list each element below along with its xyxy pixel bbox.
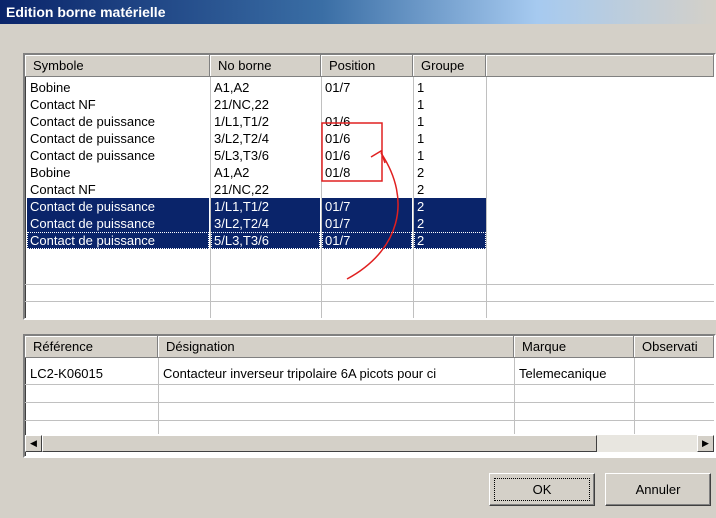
table-cell-symbole[interactable]: Contact de puissance bbox=[27, 198, 209, 215]
marque-cell[interactable]: Telemecanique bbox=[516, 364, 633, 384]
table-cell-symbole[interactable]: Bobine bbox=[27, 79, 209, 96]
table-cell-no-borne[interactable]: 1/L1,T1/2 bbox=[211, 198, 320, 215]
table-cell-groupe[interactable]: 1 bbox=[414, 113, 486, 130]
grid-line bbox=[25, 384, 714, 385]
table-cell-position[interactable] bbox=[322, 181, 412, 198]
designation-cell[interactable]: Contacteur inverseur tripolaire 6A picot… bbox=[160, 364, 513, 384]
table-cell-position[interactable]: 01/8 bbox=[322, 164, 412, 181]
horizontal-scrollbar[interactable]: ◀ ▶ bbox=[25, 435, 714, 452]
table-cell-groupe[interactable]: 1 bbox=[414, 147, 486, 164]
col-header-groupe[interactable]: Groupe bbox=[413, 55, 486, 77]
col-header-designation[interactable]: Désignation bbox=[158, 336, 514, 358]
cancel-button[interactable]: Annuler bbox=[605, 473, 711, 506]
table-cell-groupe[interactable]: 2 bbox=[414, 232, 486, 249]
col-header-observation[interactable]: Observati bbox=[634, 336, 714, 358]
table-cell-position[interactable]: 01/7 bbox=[322, 79, 412, 96]
col-header-position[interactable]: Position bbox=[321, 55, 413, 77]
cancel-label: Annuler bbox=[635, 482, 681, 497]
col-header-symbole[interactable]: Symbole bbox=[25, 55, 210, 77]
table-cell-position[interactable]: 01/7 bbox=[322, 232, 412, 249]
window-title: Edition borne matérielle bbox=[6, 4, 166, 20]
scroll-thumb[interactable] bbox=[42, 435, 597, 452]
table-cell-groupe[interactable]: 1 bbox=[414, 96, 486, 113]
col-header-reference[interactable]: Référence bbox=[25, 336, 158, 358]
table-cell-position[interactable]: 01/6 bbox=[322, 113, 412, 130]
grid-line bbox=[486, 77, 487, 318]
grid-line bbox=[25, 301, 714, 302]
table-cell-symbole[interactable]: Bobine bbox=[27, 164, 209, 181]
table-cell-position[interactable]: 01/7 bbox=[322, 198, 412, 215]
reference-cell[interactable]: LC2-K06015 bbox=[27, 364, 157, 384]
terminal-table[interactable]: Symbole No borne Position Groupe Bobine A… bbox=[23, 53, 716, 320]
table-cell-symbole[interactable]: Contact de puissance bbox=[27, 147, 209, 164]
table-cell-no-borne[interactable]: 3/L2,T2/4 bbox=[211, 215, 320, 232]
grid-line bbox=[634, 358, 635, 434]
table-cell-symbole[interactable]: Contact de puissance bbox=[27, 113, 209, 130]
grid-line bbox=[158, 358, 159, 434]
scroll-right-button[interactable]: ▶ bbox=[697, 435, 714, 452]
table-cell-no-borne[interactable]: 1/L1,T1/2 bbox=[211, 113, 320, 130]
col-header-empty bbox=[486, 55, 714, 77]
table-cell-groupe[interactable]: 2 bbox=[414, 215, 486, 232]
col-header-no-borne[interactable]: No borne bbox=[210, 55, 321, 77]
table-cell-groupe[interactable]: 1 bbox=[414, 79, 486, 96]
scroll-left-button[interactable]: ◀ bbox=[25, 435, 42, 452]
table-cell-groupe[interactable]: 1 bbox=[414, 130, 486, 147]
ok-button[interactable]: OK bbox=[489, 473, 595, 506]
table-cell-no-borne[interactable]: A1,A2 bbox=[211, 164, 320, 181]
grid-line bbox=[25, 284, 714, 285]
table-cell-position[interactable]: 01/6 bbox=[322, 130, 412, 147]
grid-line bbox=[25, 420, 714, 421]
table-cell-no-borne[interactable]: 21/NC,22 bbox=[211, 181, 320, 198]
table-cell-symbole[interactable]: Contact NF bbox=[27, 96, 209, 113]
table-cell-groupe[interactable]: 2 bbox=[414, 181, 486, 198]
grid-line bbox=[25, 402, 714, 403]
grid-line bbox=[514, 358, 515, 434]
table-cell-no-borne[interactable]: 3/L2,T2/4 bbox=[211, 130, 320, 147]
table-cell-symbole[interactable]: Contact de puissance bbox=[27, 232, 209, 249]
table-cell-no-borne[interactable]: A1,A2 bbox=[211, 79, 320, 96]
ok-label: OK bbox=[532, 482, 552, 497]
reference-table[interactable]: Référence Désignation Marque Observati L… bbox=[23, 334, 716, 458]
table-cell-position[interactable] bbox=[322, 96, 412, 113]
table-cell-no-borne[interactable]: 5/L3,T3/6 bbox=[211, 232, 320, 249]
observation-cell[interactable] bbox=[636, 364, 713, 384]
table-cell-no-borne[interactable]: 21/NC,22 bbox=[211, 96, 320, 113]
table-cell-position[interactable]: 01/7 bbox=[322, 215, 412, 232]
table-cell-no-borne[interactable]: 5/L3,T3/6 bbox=[211, 147, 320, 164]
table-cell-groupe[interactable]: 2 bbox=[414, 164, 486, 181]
table-cell-symbole[interactable]: Contact NF bbox=[27, 181, 209, 198]
table-cell-groupe[interactable]: 2 bbox=[414, 198, 486, 215]
col-header-marque[interactable]: Marque bbox=[514, 336, 634, 358]
table-cell-position[interactable]: 01/6 bbox=[322, 147, 412, 164]
table-cell-symbole[interactable]: Contact de puissance bbox=[27, 130, 209, 147]
title-bar: Edition borne matérielle bbox=[0, 0, 716, 24]
table-cell-symbole[interactable]: Contact de puissance bbox=[27, 215, 209, 232]
